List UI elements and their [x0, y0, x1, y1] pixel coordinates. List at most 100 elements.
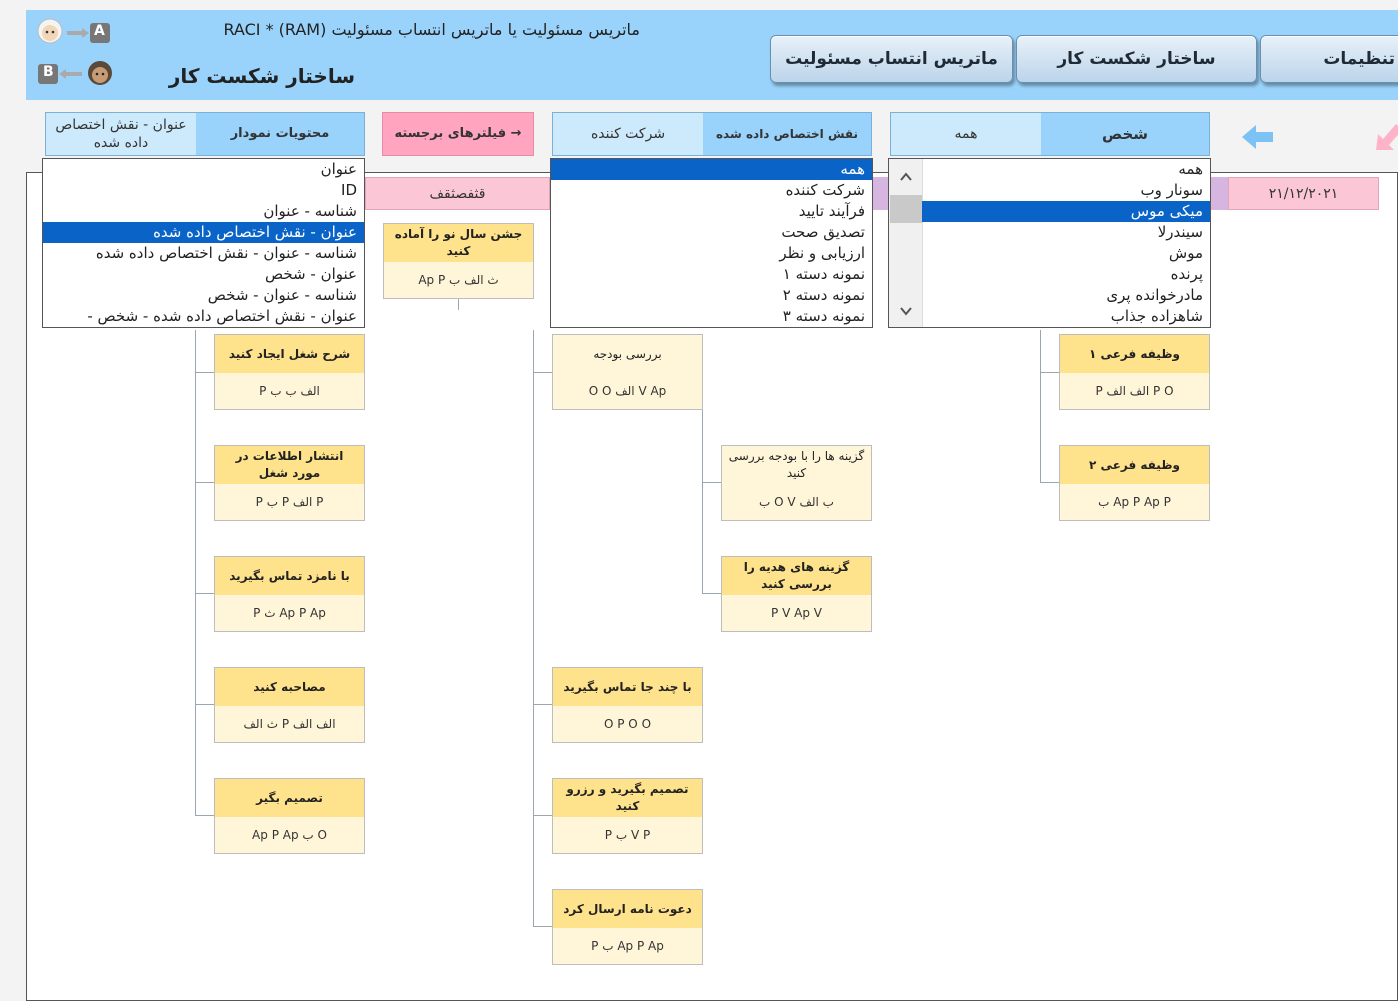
task-card-publish-info[interactable]: انتشار اطلاعات در مورد شغل P الف P ب P [214, 445, 365, 521]
task-card-decide[interactable]: تصمیم بگیر O ب Ap P Ap [214, 778, 365, 854]
connector-line [533, 815, 553, 816]
task-roles: Ap P Ap ث P [253, 606, 326, 620]
task-title: گزینه های هدیه را بررسی کنید [722, 557, 871, 595]
task-roles: ث الف ب Ap P [418, 273, 499, 287]
person-filter[interactable]: همه شخص [890, 112, 1210, 156]
role-option[interactable]: نمونه دسته ۳ [551, 306, 872, 327]
nav-settings-button[interactable]: تنظیمات [1260, 35, 1398, 83]
assigned-role-filter[interactable]: شرکت کننده نقش اختصاص داده شده [552, 112, 872, 156]
task-title: تصمیم بگیر [215, 779, 364, 817]
avatar-a-icon[interactable]: A [34, 14, 114, 52]
task-card-interview[interactable]: مصاحبه کنید الف الف P ث الف [214, 667, 365, 743]
task-card-subtask-2[interactable]: وظیفه فرعی ۲ Ap P Ap P ب [1059, 445, 1210, 521]
chart-contents-filter[interactable]: عنوان - نقش اختصاص داده شده محتویات نمود… [45, 112, 365, 156]
assigned-role-value: شرکت کننده [553, 113, 703, 155]
task-card-subtask-1[interactable]: وظیفه فرعی ۱ P O الف الف P [1059, 334, 1210, 410]
chart-contents-option[interactable]: شناسه - عنوان - نقش اختصاص داده شده [43, 243, 364, 264]
task-card-new-year[interactable]: جشن سال نو را آماده کنید ث الف ب Ap P [383, 223, 534, 299]
connector-line [1040, 330, 1041, 483]
task-title: گزینه ها را با بودجه بررسی کنید [728, 449, 865, 480]
chart-contents-option[interactable]: عنوان - نقش اختصاص داده شده - شخص - [43, 306, 364, 327]
task-roles: V Ap الف O O [588, 384, 667, 398]
connector-line [1040, 372, 1060, 373]
task-title: با چند جا تماس بگیرید [553, 668, 702, 706]
task-card-budget-review[interactable]: بررسی بودجه V Ap الف O O [552, 334, 703, 410]
person-option[interactable]: پرنده [922, 264, 1210, 285]
task-roles: Ap P Ap ب P [591, 939, 664, 953]
connector-line [195, 704, 215, 705]
task-title: انتشار اطلاعات در مورد شغل [215, 446, 364, 484]
task-roles: الف ب ب P [259, 384, 320, 398]
role-option[interactable]: تصدیق صحت [551, 222, 872, 243]
person-option[interactable]: سیندرلا [922, 222, 1210, 243]
person-option[interactable]: مادرخوانده پری [922, 285, 1210, 306]
task-card-options-budget[interactable]: گزینه ها را با بودجه بررسی کنید ب الف O … [721, 445, 872, 521]
chart-contents-option[interactable]: شناسه - عنوان - شخص [43, 285, 364, 306]
task-title: شرح شغل ایجاد کنید [215, 335, 364, 373]
chart-contents-option[interactable]: شناسه - عنوان [43, 201, 364, 222]
person-option[interactable]: موش [922, 243, 1210, 264]
arrow-left-icon[interactable] [1240, 122, 1276, 152]
role-option[interactable]: فرآیند تایید [551, 201, 872, 222]
task-card-job-description[interactable]: شرح شغل ایجاد کنید الف ب ب P [214, 334, 365, 410]
scroll-thumb[interactable] [890, 195, 922, 223]
project-title-bar: قثفصثقف [365, 177, 550, 210]
chart-contents-listbox[interactable]: عنوان ID شناسه - عنوان عنوان - نقش اختصاص د… [42, 158, 365, 328]
person-listbox[interactable]: همه سونار وب میکی موس سیندرلا موش پرنده مادرخو… [888, 158, 1211, 328]
chart-contents-option[interactable]: عنوان - نقش اختصاص داده شده [43, 222, 364, 243]
role-option[interactable]: شرکت کننده [551, 180, 872, 201]
task-title: دعوت نامه ارسال کرد [553, 890, 702, 928]
chart-contents-option[interactable]: عنوان - شخص [43, 264, 364, 285]
role-listbox[interactable]: همه شرکت کننده فرآیند تایید تصدیق صحت ارزیاب… [550, 158, 873, 328]
page-subtitle: ساختار شکست کار [168, 64, 355, 88]
role-option[interactable]: نمونه دسته ۱ [551, 264, 872, 285]
chevron-down-icon[interactable] [899, 303, 913, 316]
role-option[interactable]: همه [551, 159, 872, 180]
task-roles: P O الف الف P [1095, 384, 1174, 398]
person-value: همه [891, 113, 1041, 155]
task-title: بررسی بودجه [593, 346, 662, 361]
connector-line [702, 593, 722, 594]
connector-line [702, 408, 703, 594]
connector-line [533, 330, 534, 927]
avatar-a-label: A [94, 23, 105, 39]
connector-line [195, 330, 196, 816]
role-option[interactable]: ارزیابی و نظر [551, 243, 872, 264]
avatar-b-icon[interactable]: B [34, 56, 114, 94]
task-card-send-invites[interactable]: دعوت نامه ارسال کرد Ap P Ap ب P [552, 889, 703, 965]
chart-contents-option[interactable]: عنوان [43, 159, 364, 180]
highlight-filters-label: → فیلترهای برجسته [394, 126, 522, 141]
connector-line [533, 372, 553, 373]
connector-line [195, 815, 215, 816]
task-roles: P الف P ب P [255, 495, 324, 509]
person-option[interactable]: سونار وب [922, 180, 1210, 201]
chart-contents-option[interactable]: ID [43, 180, 364, 201]
connector-line [195, 593, 215, 594]
connector-line [195, 482, 215, 483]
arrow-pink-icon[interactable] [1372, 122, 1398, 154]
task-title: وظیفه فرعی ۱ [1060, 335, 1209, 373]
connector-line [533, 704, 553, 705]
task-card-contact-venues[interactable]: با چند جا تماس بگیرید O P O O [552, 667, 703, 743]
nav-raci-matrix-button[interactable]: ماتریس انتساب مسئولیت [770, 35, 1013, 83]
person-scrollbar[interactable] [889, 159, 923, 327]
person-option[interactable]: شاهزاده جذاب [922, 306, 1210, 327]
avatar-b-label: B [43, 64, 54, 80]
assigned-role-label: نقش اختصاص داده شده [703, 113, 871, 155]
chevron-up-icon[interactable] [899, 169, 913, 181]
role-option[interactable]: نمونه دسته ۲ [551, 285, 872, 306]
person-label: شخص [1041, 113, 1209, 155]
person-option[interactable]: همه [922, 159, 1210, 180]
nav-wbs-button[interactable]: ساختار شکست کار [1016, 35, 1257, 83]
task-card-decide-book[interactable]: تصمیم بگیرید و رزرو کنید V P ب P [552, 778, 703, 854]
chart-contents-value: عنوان - نقش اختصاص داده شده [46, 113, 196, 155]
task-card-contact-candidate[interactable]: با نامزد تماس بگیرید Ap P Ap ث P [214, 556, 365, 632]
task-title: تصمیم بگیرید و رزرو کنید [553, 779, 702, 817]
task-title: وظیفه فرعی ۲ [1060, 446, 1209, 484]
task-title: جشن سال نو را آماده کنید [384, 224, 533, 262]
task-card-gift-options[interactable]: گزینه های هدیه را بررسی کنید P V Ap V [721, 556, 872, 632]
task-roles: الف الف P ث الف [243, 717, 336, 731]
person-option[interactable]: میکی موس [922, 201, 1210, 222]
project-title: قثفصثقف [429, 185, 486, 202]
highlight-filters-button[interactable]: → فیلترهای برجسته [382, 112, 534, 156]
